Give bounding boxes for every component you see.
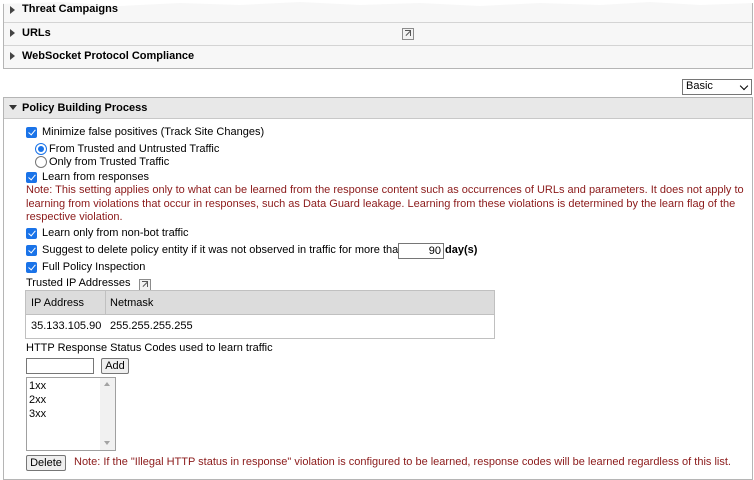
status-code-input[interactable] bbox=[26, 358, 94, 374]
status-codes-note: Note: If the "Illegal HTTP status in res… bbox=[74, 456, 731, 468]
netmask-cell: 255.255.255.255 bbox=[110, 320, 193, 332]
section-label: WebSocket Protocol Compliance bbox=[22, 50, 195, 62]
suggest-delete-label: Suggest to delete policy entity if it wa… bbox=[42, 244, 405, 256]
minimize-fp-label: Minimize false positives (Track Site Cha… bbox=[42, 126, 265, 138]
expand-arrow-icon bbox=[10, 52, 15, 60]
radio-trusted-untrusted[interactable] bbox=[35, 143, 47, 155]
trusted-ip-table: IP Address Netmask 35.133.105.90 255.255… bbox=[25, 290, 495, 339]
radio-trusted-only-label: Only from Trusted Traffic bbox=[49, 156, 170, 168]
top-sections: Threat Campaigns URLs WebSocket Protocol… bbox=[3, 0, 753, 69]
learn-non-bot-checkbox[interactable] bbox=[26, 228, 37, 239]
learn-responses-label: Learn from responses bbox=[42, 171, 149, 183]
full-inspection-label: Full Policy Inspection bbox=[42, 261, 146, 273]
list-item[interactable]: 3xx bbox=[29, 408, 46, 420]
table-header: IP Address Netmask bbox=[26, 291, 494, 315]
status-codes-label: HTTP Response Status Codes used to learn… bbox=[26, 342, 273, 354]
view-mode-value: Basic bbox=[686, 80, 713, 92]
cropped-edge bbox=[0, 0, 754, 6]
chevron-down-icon bbox=[739, 81, 749, 91]
responses-note-line-2: learning from violations that occur in r… bbox=[26, 198, 736, 210]
list-scrollbar[interactable] bbox=[100, 378, 115, 450]
days-unit: day(s) bbox=[445, 244, 478, 256]
ip-address-cell: 35.133.105.90 bbox=[31, 320, 102, 332]
suggest-delete-checkbox[interactable] bbox=[26, 245, 37, 256]
learn-responses-checkbox[interactable] bbox=[26, 172, 37, 183]
minimize-fp-checkbox[interactable] bbox=[26, 127, 37, 138]
trusted-ip-label: Trusted IP Addresses bbox=[26, 277, 131, 289]
column-netmask[interactable]: Netmask bbox=[110, 297, 153, 309]
section-urls[interactable]: URLs bbox=[4, 23, 752, 46]
panel-title: Policy Building Process bbox=[22, 102, 148, 114]
days-input[interactable]: 90 bbox=[398, 243, 444, 259]
add-button[interactable]: Add bbox=[101, 358, 129, 374]
responses-note-line-1: Note: This setting applies only to what … bbox=[26, 184, 744, 196]
status-codes-list[interactable]: 1xx 2xx 3xx bbox=[26, 377, 116, 451]
list-item[interactable]: 1xx bbox=[29, 380, 46, 392]
view-mode-select[interactable]: Basic bbox=[682, 79, 752, 95]
column-ip-address[interactable]: IP Address bbox=[31, 297, 84, 309]
delete-button[interactable]: Delete bbox=[26, 455, 66, 471]
list-item[interactable]: 2xx bbox=[29, 394, 46, 406]
full-inspection-checkbox[interactable] bbox=[26, 262, 37, 273]
panel-header[interactable]: Policy Building Process bbox=[4, 98, 752, 119]
learn-non-bot-label: Learn only from non-bot traffic bbox=[42, 227, 189, 239]
responses-note-line-3: respective violation. bbox=[26, 211, 123, 223]
scroll-up-icon[interactable] bbox=[104, 382, 110, 386]
section-websocket[interactable]: WebSocket Protocol Compliance bbox=[4, 46, 752, 68]
open-external-icon[interactable] bbox=[402, 28, 414, 40]
collapse-arrow-icon bbox=[9, 105, 17, 110]
radio-trusted-only[interactable] bbox=[35, 156, 47, 168]
expand-arrow-icon bbox=[10, 29, 15, 37]
radio-trusted-untrusted-label: From Trusted and Untrusted Traffic bbox=[49, 143, 220, 155]
section-label: URLs bbox=[22, 27, 51, 39]
expand-arrow-icon bbox=[10, 6, 15, 14]
scroll-down-icon[interactable] bbox=[104, 441, 110, 445]
